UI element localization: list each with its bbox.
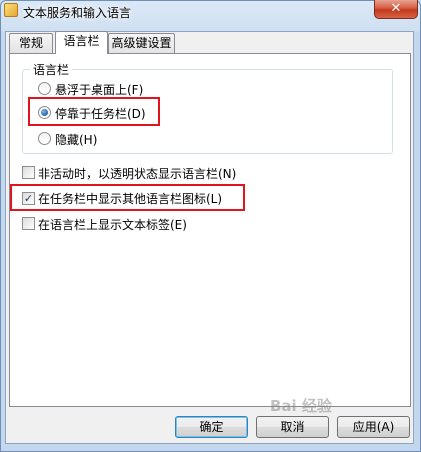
- hidden-radio[interactable]: [38, 132, 51, 145]
- transparent-inactive-label[interactable]: 非活动时，以透明状态显示语言栏(N): [38, 165, 236, 182]
- show-text-labels-checkbox[interactable]: [22, 217, 35, 230]
- window-title: 文本服务和输入语言: [23, 6, 132, 20]
- close-button[interactable]: ✕: [374, 0, 418, 19]
- float-on-desktop-radio[interactable]: [38, 82, 51, 95]
- float-on-desktop-label[interactable]: 悬浮于桌面上(F): [55, 81, 143, 98]
- watermark: Bai 经验: [270, 397, 332, 415]
- hidden-label[interactable]: 隐藏(H): [55, 131, 97, 148]
- title-bar[interactable]: 文本服务和输入语言 ✕: [0, 0, 419, 22]
- apply-button[interactable]: 应用(A): [337, 416, 410, 438]
- show-text-labels-label[interactable]: 在语言栏上显示文本标签(E): [38, 216, 187, 233]
- cancel-button[interactable]: 取消: [256, 416, 329, 438]
- ok-button[interactable]: 确定: [175, 416, 248, 438]
- transparent-inactive-checkbox[interactable]: [22, 166, 35, 179]
- tab-advanced-key-settings[interactable]: 高级键设置: [108, 33, 175, 53]
- red-highlight-box: [10, 184, 245, 211]
- keyboard-app-icon: [4, 3, 18, 17]
- tab-general[interactable]: 常规: [9, 33, 53, 53]
- tab-language-bar[interactable]: 语言栏: [55, 31, 108, 54]
- red-highlight-box: [28, 97, 160, 126]
- groupbox-label: 语言栏: [30, 61, 73, 78]
